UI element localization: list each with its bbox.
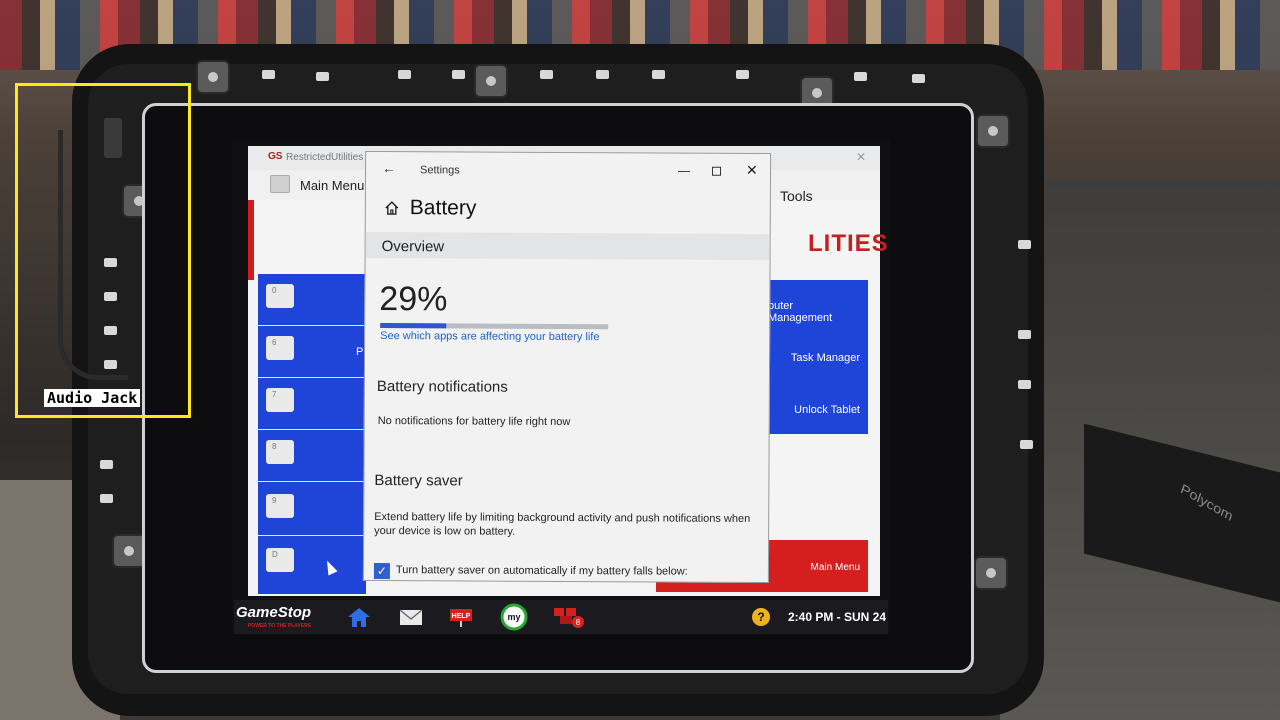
case-hole [100, 460, 113, 469]
maximize-icon[interactable] [712, 166, 722, 176]
apps-affecting-battery-link[interactable]: See which apps are affecting your batter… [380, 330, 599, 343]
gamestop-logo: GameStop [236, 604, 312, 621]
close-icon[interactable]: ✕ [746, 162, 758, 179]
utility-menu-panel: puter Management Task Manager Unlock Tab… [768, 280, 868, 434]
unlock-tablet-button[interactable]: Unlock Tablet [794, 404, 860, 416]
red-accent-strip [248, 200, 254, 280]
task-manager-button[interactable]: Task Manager [791, 352, 860, 364]
case-hole [1018, 380, 1031, 389]
key-button[interactable]: 6 [266, 336, 294, 360]
key-button[interactable]: 8 [266, 440, 294, 464]
settings-titlebar: ← Settings — ✕ [366, 152, 770, 190]
back-window-title: RestrictedUtilities v5 [286, 152, 377, 163]
mail-icon[interactable] [398, 606, 424, 628]
key-row[interactable]: 0 [258, 274, 366, 326]
photo-scene: Polycom GS RestrictedUtilities v5 ✕ Main… [0, 0, 1280, 720]
case-hole [398, 70, 411, 79]
settings-window: ← Settings — ✕ Battery Overview 29% See … [362, 150, 772, 584]
my-rewards-icon[interactable]: my [500, 603, 528, 631]
key-row[interactable]: 8 [258, 430, 366, 482]
notifications-icon[interactable]: 8 [552, 604, 586, 630]
help-button[interactable]: ? [752, 608, 770, 626]
battery-saver-heading: Battery saver [374, 471, 463, 490]
battery-saver-checkbox[interactable]: ✓ [373, 562, 390, 580]
case-hole [1018, 330, 1031, 339]
case-hole [1018, 240, 1031, 249]
help-sign-icon[interactable]: HELP [448, 606, 474, 628]
notification-badge: 8 [576, 618, 581, 627]
audio-jack-annotation-label: Audio Jack [44, 389, 141, 407]
battery-saver-checkbox-label[interactable]: Turn battery saver on automatically if m… [396, 564, 688, 578]
key-row[interactable]: 6P [258, 326, 366, 378]
battery-level-bar [380, 323, 609, 330]
gamestop-taskbar: GameStop POWER TO THE PLAYERS HELP my 8 … [234, 600, 888, 634]
main-menu-icon[interactable] [270, 175, 290, 193]
main-menu-label[interactable]: Main Menu [300, 178, 364, 193]
left-key-panel: 0 6P 7 8 9 D [258, 274, 366, 594]
case-hole [262, 70, 275, 79]
clock: 2:40 PM - SUN 24 [788, 610, 887, 624]
tools-menu[interactable]: Tools [780, 188, 813, 204]
case-hole [452, 70, 465, 79]
key-button[interactable]: D [266, 548, 294, 572]
case-screw [474, 64, 508, 98]
key-row[interactable]: 7 [258, 378, 366, 430]
case-hole [736, 70, 749, 79]
case-hole [854, 72, 867, 81]
case-screw [974, 556, 1008, 590]
overview-heading: Overview [381, 238, 445, 256]
case-hole [652, 70, 665, 79]
key-button[interactable]: 0 [266, 284, 294, 308]
computer-management-button[interactable]: puter Management [768, 300, 860, 324]
case-hole [596, 70, 609, 79]
gamestop-tagline: POWER TO THE PLAYERS [248, 623, 312, 629]
case-hole [540, 70, 553, 79]
key-button[interactable]: 7 [266, 388, 294, 412]
battery-saver-description: Extend battery life by limiting backgrou… [374, 510, 751, 538]
battery-percent: 29% [379, 280, 448, 319]
polycom-text: Polycom [1178, 480, 1235, 524]
case-hole [316, 72, 329, 81]
notifications-heading: Battery notifications [376, 378, 508, 396]
key-row[interactable]: 9 [258, 484, 366, 536]
notifications-text: No notifications for battery life right … [377, 415, 571, 429]
home-icon[interactable] [346, 606, 372, 628]
case-hole [100, 494, 113, 503]
battery-level-fill [380, 323, 447, 329]
back-arrow-icon[interactable]: ← [382, 160, 396, 176]
settings-window-title: Settings [419, 164, 460, 177]
case-hole [1020, 440, 1033, 449]
page-title: Battery [409, 196, 477, 220]
case-screw [112, 534, 146, 568]
gs-logo: GS [268, 151, 283, 162]
brand-title: LITIES [808, 230, 889, 257]
my-rewards-label: my [507, 612, 520, 622]
help-sign-label: HELP [452, 613, 471, 620]
case-hole [912, 74, 925, 83]
audio-jack-annotation-box [15, 83, 191, 418]
key-row-label: P [356, 346, 364, 358]
minimize-icon[interactable]: — [678, 164, 690, 178]
case-screw [976, 114, 1010, 148]
key-row[interactable]: D [258, 538, 366, 590]
key-button[interactable]: 9 [266, 494, 294, 518]
case-screw [196, 60, 230, 94]
main-menu-button-label: Main Menu [810, 562, 860, 573]
home-icon[interactable] [384, 200, 400, 216]
close-icon[interactable]: ✕ [856, 150, 866, 164]
